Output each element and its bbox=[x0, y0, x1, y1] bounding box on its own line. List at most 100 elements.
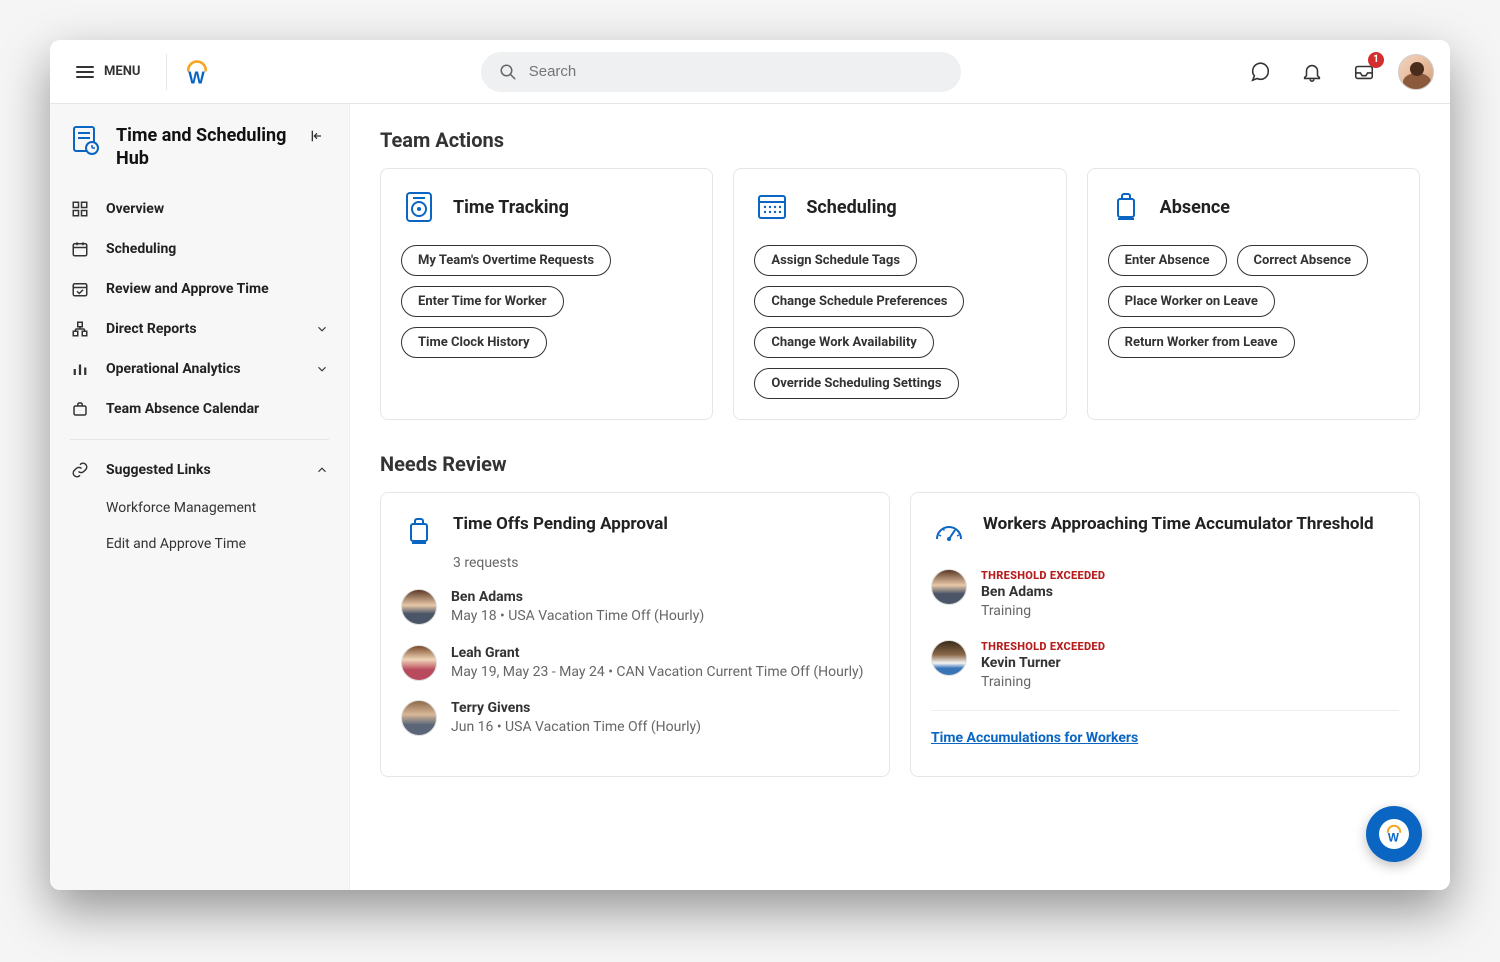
profile-avatar[interactable] bbox=[1398, 54, 1434, 90]
person-row[interactable]: Terry Givens Jun 16 • USA Vacation Time … bbox=[401, 700, 869, 738]
nav-label: Overview bbox=[106, 201, 164, 217]
person-name: Terry Givens bbox=[451, 700, 869, 716]
nav-overview[interactable]: Overview bbox=[50, 189, 349, 229]
card-time-tracking: Time Tracking My Team's Overtime Request… bbox=[380, 168, 713, 420]
nav-direct-reports[interactable]: Direct Reports bbox=[50, 309, 349, 349]
pill-change-availability[interactable]: Change Work Availability bbox=[754, 327, 933, 358]
inbox-badge: 1 bbox=[1368, 52, 1384, 68]
suggested-list: Suggested Links Workforce Management Edi… bbox=[50, 450, 349, 562]
main-content: Team Actions Time Tracking My Team's Ove… bbox=[350, 104, 1450, 890]
bell-icon bbox=[1301, 61, 1323, 83]
nav-operational-analytics[interactable]: Operational Analytics bbox=[50, 349, 349, 389]
avatar bbox=[401, 589, 437, 625]
svg-text:W: W bbox=[1388, 832, 1399, 845]
pill-place-on-leave[interactable]: Place Worker on Leave bbox=[1108, 286, 1275, 317]
assistant-fab[interactable]: W bbox=[1366, 806, 1422, 862]
workday-logo[interactable]: W bbox=[183, 58, 211, 86]
review-title: Workers Approaching Time Accumulator Thr… bbox=[983, 513, 1374, 549]
nav-scheduling[interactable]: Scheduling bbox=[50, 229, 349, 269]
sidebar-title: Time and Scheduling Hub bbox=[116, 124, 291, 171]
person-detail: Training bbox=[981, 673, 1399, 693]
absence-icon bbox=[1108, 189, 1144, 225]
org-icon bbox=[70, 320, 90, 338]
inbox-button[interactable]: 1 bbox=[1346, 54, 1382, 90]
svg-text:W: W bbox=[189, 67, 206, 86]
chevron-down-icon bbox=[315, 362, 329, 376]
divider bbox=[70, 439, 329, 440]
app-window: MENU W 1 bbox=[50, 40, 1450, 890]
avatar bbox=[931, 569, 967, 605]
card-absence: Absence Enter Absence Correct Absence Pl… bbox=[1087, 168, 1420, 420]
nav-label: Team Absence Calendar bbox=[106, 401, 259, 417]
nav-suggested-links[interactable]: Suggested Links bbox=[50, 450, 349, 490]
threshold-badge: THRESHOLD EXCEEDED bbox=[981, 569, 1399, 582]
nav-label: Scheduling bbox=[106, 241, 176, 257]
person-row[interactable]: THRESHOLD EXCEEDED Ben Adams Training bbox=[931, 569, 1399, 622]
card-timeoffs-pending: Time Offs Pending Approval 3 requests Be… bbox=[380, 492, 890, 777]
pill-overtime-requests[interactable]: My Team's Overtime Requests bbox=[401, 245, 611, 276]
threshold-badge: THRESHOLD EXCEEDED bbox=[981, 640, 1399, 653]
pill-return-from-leave[interactable]: Return Worker from Leave bbox=[1108, 327, 1295, 358]
team-actions-title: Team Actions bbox=[380, 128, 1420, 152]
pill-assign-tags[interactable]: Assign Schedule Tags bbox=[754, 245, 917, 276]
notifications-button[interactable] bbox=[1294, 54, 1330, 90]
person-row[interactable]: Leah Grant May 19, May 23 - May 24 • CAN… bbox=[401, 645, 869, 683]
nav-review-approve[interactable]: Review and Approve Time bbox=[50, 269, 349, 309]
review-title: Time Offs Pending Approval bbox=[453, 513, 668, 549]
nav-team-absence[interactable]: Team Absence Calendar bbox=[50, 389, 349, 429]
collapse-sidebar-button[interactable] bbox=[305, 124, 329, 148]
divider bbox=[166, 54, 167, 90]
chevron-up-icon bbox=[315, 463, 329, 477]
card-scheduling: Scheduling Assign Schedule Tags Change S… bbox=[733, 168, 1066, 420]
menu-button[interactable]: MENU bbox=[66, 56, 150, 87]
pill-override-settings[interactable]: Override Scheduling Settings bbox=[754, 368, 958, 399]
sublink-edit-approve[interactable]: Edit and Approve Time bbox=[50, 526, 349, 562]
person-row[interactable]: THRESHOLD EXCEEDED Kevin Turner Training bbox=[931, 640, 1399, 693]
pill-enter-absence[interactable]: Enter Absence bbox=[1108, 245, 1227, 276]
review-subtitle: 3 requests bbox=[401, 555, 869, 571]
body: Time and Scheduling Hub Overview Schedul… bbox=[50, 104, 1450, 890]
card-title: Absence bbox=[1160, 197, 1230, 218]
collapse-icon bbox=[309, 128, 325, 144]
search-input[interactable] bbox=[529, 63, 943, 80]
search-box[interactable] bbox=[481, 52, 961, 92]
card-footer: Time Accumulations for Workers bbox=[931, 710, 1399, 746]
workday-logo-icon: W bbox=[1379, 819, 1409, 849]
link-icon bbox=[70, 461, 90, 479]
person-detail: May 19, May 23 - May 24 • CAN Vacation C… bbox=[451, 663, 869, 683]
time-accumulations-link[interactable]: Time Accumulations for Workers bbox=[931, 730, 1138, 746]
avatar bbox=[401, 645, 437, 681]
calendar-icon bbox=[70, 240, 90, 258]
gauge-icon bbox=[931, 513, 967, 549]
pill-enter-time-worker[interactable]: Enter Time for Worker bbox=[401, 286, 564, 317]
person-detail: May 18 • USA Vacation Time Off (Hourly) bbox=[451, 607, 869, 627]
search-icon bbox=[499, 63, 517, 81]
nav-label: Direct Reports bbox=[106, 321, 197, 337]
nav-label: Review and Approve Time bbox=[106, 281, 269, 297]
card-title: Time Tracking bbox=[453, 197, 569, 218]
pill-time-clock-history[interactable]: Time Clock History bbox=[401, 327, 547, 358]
topbar-right: 1 bbox=[1242, 54, 1434, 90]
pill-correct-absence[interactable]: Correct Absence bbox=[1237, 245, 1369, 276]
avatar bbox=[931, 640, 967, 676]
card-threshold: Workers Approaching Time Accumulator Thr… bbox=[910, 492, 1420, 777]
scheduling-icon bbox=[754, 189, 790, 225]
chat-icon bbox=[1249, 61, 1271, 83]
sublink-workforce-mgmt[interactable]: Workforce Management bbox=[50, 490, 349, 526]
chat-button[interactable] bbox=[1242, 54, 1278, 90]
person-row[interactable]: Ben Adams May 18 • USA Vacation Time Off… bbox=[401, 589, 869, 627]
search-wrap bbox=[219, 52, 1222, 92]
overview-icon bbox=[70, 200, 90, 218]
nav-label: Operational Analytics bbox=[106, 361, 241, 377]
person-name: Ben Adams bbox=[981, 584, 1399, 600]
hamburger-icon bbox=[76, 66, 94, 78]
avatar bbox=[401, 700, 437, 736]
time-tracking-icon bbox=[401, 189, 437, 225]
pill-change-preferences[interactable]: Change Schedule Preferences bbox=[754, 286, 964, 317]
topbar: MENU W 1 bbox=[50, 40, 1450, 104]
calendar-check-icon bbox=[70, 280, 90, 298]
sublink-label: Workforce Management bbox=[106, 500, 256, 516]
person-detail: Jun 16 • USA Vacation Time Off (Hourly) bbox=[451, 718, 869, 738]
analytics-icon bbox=[70, 360, 90, 378]
person-name: Kevin Turner bbox=[981, 655, 1399, 671]
